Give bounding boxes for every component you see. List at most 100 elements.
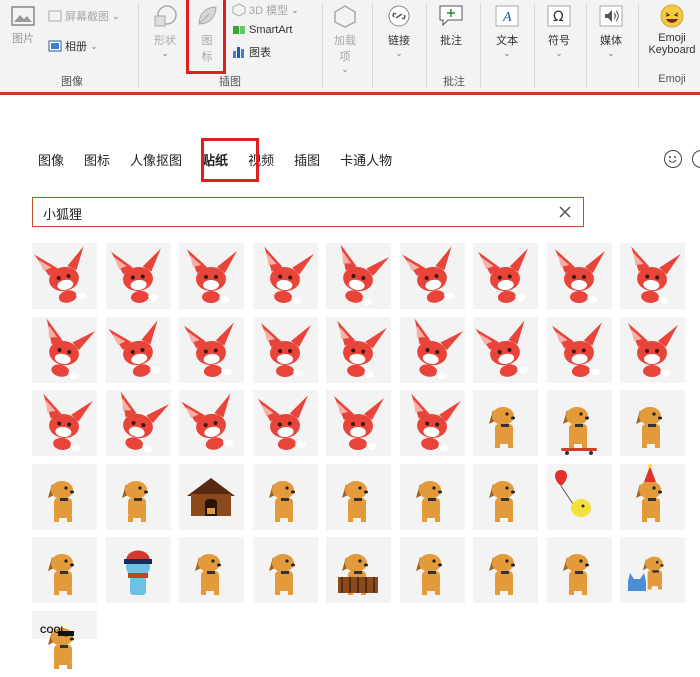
sticker-fox[interactable]: [179, 390, 244, 456]
smiley-icon[interactable]: [664, 150, 682, 168]
shapes-icon: [152, 4, 178, 28]
sticker-dog[interactable]: [32, 463, 97, 530]
sticker-fox[interactable]: [252, 316, 318, 383]
sticker-dog[interactable]: [473, 463, 538, 530]
sticker-dog[interactable]: [32, 537, 97, 603]
sticker-fox[interactable]: [546, 243, 612, 309]
sticker-dog[interactable]: [399, 537, 465, 603]
text-button[interactable]: A 文本 ⌄: [494, 4, 520, 59]
symbols-button[interactable]: Ω 符号 ⌄: [546, 4, 572, 59]
sticker-fox[interactable]: [620, 243, 685, 309]
screenshot-label: 屏幕截图: [65, 11, 109, 23]
sticker-dog-cat[interactable]: [620, 537, 685, 603]
link-button[interactable]: 链接 ⌄: [386, 4, 412, 59]
sticker-dog[interactable]: [399, 463, 465, 530]
sticker-fox[interactable]: [473, 243, 538, 309]
sticker-dog-cool[interactable]: COOL: [32, 610, 97, 669]
album-button[interactable]: 相册 ⌄: [48, 38, 98, 54]
chevron-down-icon: ⌄: [112, 10, 120, 21]
addins-icon: [332, 4, 358, 28]
media-label: 媒体: [600, 35, 622, 47]
divider: [372, 4, 373, 88]
sticker-fox[interactable]: [179, 316, 244, 383]
search-input[interactable]: [41, 203, 545, 223]
sticker-dog-hat[interactable]: [105, 537, 171, 603]
tab-2[interactable]: 人像抠图: [130, 150, 182, 172]
tab-6[interactable]: 卡通人物: [340, 150, 392, 172]
sticker-fox[interactable]: [399, 316, 465, 383]
emoji-keyboard-button[interactable]: Emoji Keyboard: [644, 4, 700, 56]
link-label: 链接: [388, 35, 410, 47]
sticker-dog[interactable]: [252, 537, 318, 603]
sticker-fox[interactable]: [326, 243, 391, 309]
sticker-fox[interactable]: [179, 243, 244, 309]
tab-5[interactable]: 插图: [294, 150, 320, 172]
divider: [322, 4, 323, 88]
picture-label: 图片: [12, 33, 34, 45]
sticker-fox[interactable]: [32, 390, 97, 456]
sticker-fox[interactable]: [399, 390, 465, 456]
sticker-fox[interactable]: [326, 390, 391, 456]
ribbon-accent-line: [0, 92, 700, 95]
sticker-fox[interactable]: [473, 316, 538, 383]
sticker-dog[interactable]: [620, 390, 685, 456]
highlight-box-stickers: [201, 138, 259, 182]
smartart-icon: [233, 26, 245, 34]
chart-button[interactable]: 图表: [232, 44, 271, 60]
screenshot-icon: [48, 10, 62, 22]
sticker-fox[interactable]: [546, 316, 612, 383]
speaker-icon: [598, 4, 624, 28]
sticker-fox[interactable]: [326, 316, 391, 383]
media-button[interactable]: 媒体 ⌄: [598, 4, 624, 59]
sticker-fox[interactable]: [399, 243, 465, 309]
sticker-dog[interactable]: [252, 463, 318, 530]
symbols-label: 符号: [548, 35, 570, 47]
svg-text:Ω: Ω: [553, 9, 564, 25]
sticker-fox[interactable]: [32, 243, 97, 309]
sticker-dog[interactable]: [105, 463, 171, 530]
sticker-dog-skateboard[interactable]: [546, 390, 612, 456]
laughing-emoji-icon: [659, 4, 685, 28]
screenshot-button[interactable]: 屏幕截图 ⌄: [48, 8, 120, 24]
divider: [586, 4, 587, 88]
sticker-dog[interactable]: [473, 537, 538, 603]
chart-icon: [233, 47, 244, 58]
close-icon[interactable]: [557, 204, 573, 220]
search-box[interactable]: [32, 197, 584, 227]
addins-label-1: 加载: [334, 35, 356, 47]
shapes-button[interactable]: 形状 ⌄: [152, 4, 178, 59]
sticker-dog[interactable]: [326, 463, 391, 530]
sticker-dog-fence[interactable]: [326, 537, 391, 603]
album-label: 相册: [65, 41, 87, 53]
tab-0[interactable]: 图像: [38, 150, 64, 172]
divider: [534, 4, 535, 88]
divider: [480, 4, 481, 88]
sticker-fox[interactable]: [105, 390, 171, 456]
picture-button[interactable]: 图片: [10, 4, 36, 46]
comment-button[interactable]: 批注: [438, 4, 464, 48]
addins-button[interactable]: 加载 项 ⌄: [332, 4, 358, 75]
sticker-fox[interactable]: [252, 390, 318, 456]
divider: [638, 4, 639, 88]
chevron-down-icon: ⌄: [607, 48, 615, 58]
sticker-fox[interactable]: [32, 316, 97, 383]
divider: [426, 4, 427, 88]
sticker-fox[interactable]: [620, 316, 685, 383]
emoji-label-1: Emoji: [658, 32, 686, 44]
smartart-button[interactable]: SmartArt: [232, 24, 292, 36]
sticker-dog[interactable]: [473, 390, 538, 456]
sticker-fox[interactable]: [105, 243, 171, 309]
sticker-dog-house[interactable]: [179, 463, 244, 530]
chart-label: 图表: [249, 47, 271, 59]
3d-models-button[interactable]: 3D 模型 ⌄: [232, 2, 299, 18]
sticker-dog[interactable]: [546, 537, 612, 603]
sticker-fox[interactable]: [252, 243, 318, 309]
tab-1[interactable]: 图标: [84, 150, 110, 172]
chevron-down-icon: ⌄: [291, 4, 299, 15]
sticker-dog[interactable]: [179, 537, 244, 603]
sticker-dog-balloon[interactable]: [546, 463, 612, 530]
highlight-box-icons: [186, 0, 226, 74]
sticker-fox[interactable]: [105, 316, 171, 383]
sticker-dog-party[interactable]: [620, 463, 685, 530]
smiley-icon[interactable]: [692, 150, 700, 168]
